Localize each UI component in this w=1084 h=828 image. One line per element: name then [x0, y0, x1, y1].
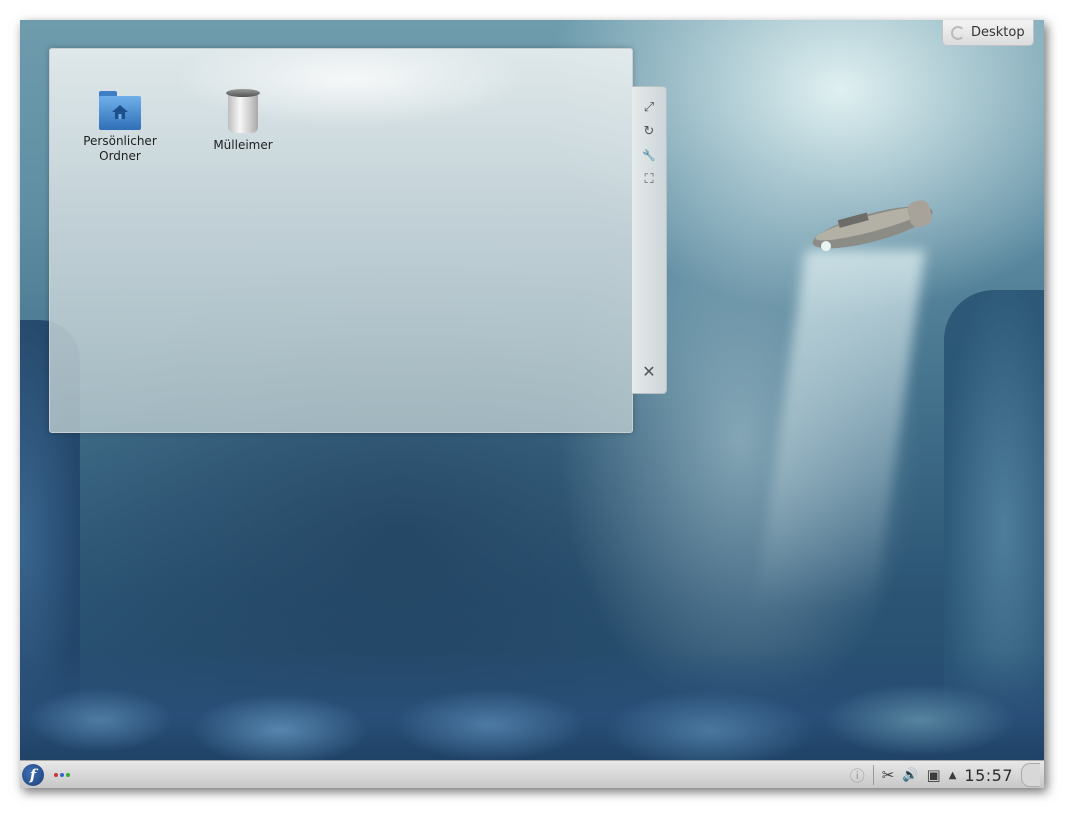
rotate-icon[interactable]: ↻	[641, 123, 657, 139]
desktop-icon-home-folder[interactable]: Persönlicher Ordner	[75, 91, 165, 164]
desktop-icon-trash[interactable]: Mülleimer	[198, 89, 288, 153]
desktop-screen: Desktop Persönlicher Ordner Mülleimer ⤢ …	[20, 20, 1044, 788]
panel-toolbox-button[interactable]	[1021, 763, 1040, 787]
volume-icon[interactable]: 🔊	[902, 768, 918, 783]
desktop-icon-label-line2: Ordner	[99, 149, 141, 163]
device-notifier-icon[interactable]: ▣	[927, 766, 941, 784]
wallpaper-light-beam	[754, 250, 926, 610]
pager-dot	[54, 773, 58, 777]
pager-dot	[66, 773, 70, 777]
wallpaper-submarine	[812, 200, 933, 252]
desktop-icon-label: Persönlicher	[83, 134, 157, 148]
digital-clock[interactable]: 15:57	[964, 766, 1013, 785]
widget-handle[interactable]: ⤢ ↻ 🔧 ⛶ ✕	[632, 86, 667, 394]
system-tray: ⓘ ✂ 🔊 ▣ ▲ 15:57	[850, 761, 1044, 788]
home-folder-icon	[97, 91, 143, 131]
maximize-icon[interactable]: ⛶	[641, 171, 657, 187]
desktop-toolbox-label: Desktop	[971, 25, 1025, 40]
wallpaper-rocks-bottom	[20, 650, 1044, 760]
virtual-desktop-pager[interactable]	[54, 773, 70, 777]
settings-wrench-icon[interactable]: 🔧	[641, 147, 657, 163]
expand-tray-arrow-icon[interactable]: ▲	[949, 770, 957, 781]
application-launcher-button[interactable]: f	[22, 764, 44, 786]
resize-icon[interactable]: ⤢	[641, 99, 657, 115]
pager-dot	[60, 773, 64, 777]
info-icon[interactable]: ⓘ	[850, 765, 865, 786]
folder-view-widget[interactable]: Persönlicher Ordner Mülleimer	[49, 48, 633, 433]
fedora-logo-icon: f	[29, 766, 37, 784]
tray-separator	[872, 765, 874, 785]
desktop-toolbox-button[interactable]: Desktop	[942, 20, 1034, 46]
klipper-scissors-icon[interactable]: ✂	[882, 766, 895, 784]
bottom-panel: f ⓘ ✂ 🔊 ▣ ▲ 15:57	[20, 760, 1044, 788]
trash-icon	[225, 89, 261, 135]
plasma-cashew-icon	[951, 25, 965, 40]
close-icon[interactable]: ✕	[641, 362, 657, 381]
desktop-icon-label: Mülleimer	[213, 138, 273, 152]
